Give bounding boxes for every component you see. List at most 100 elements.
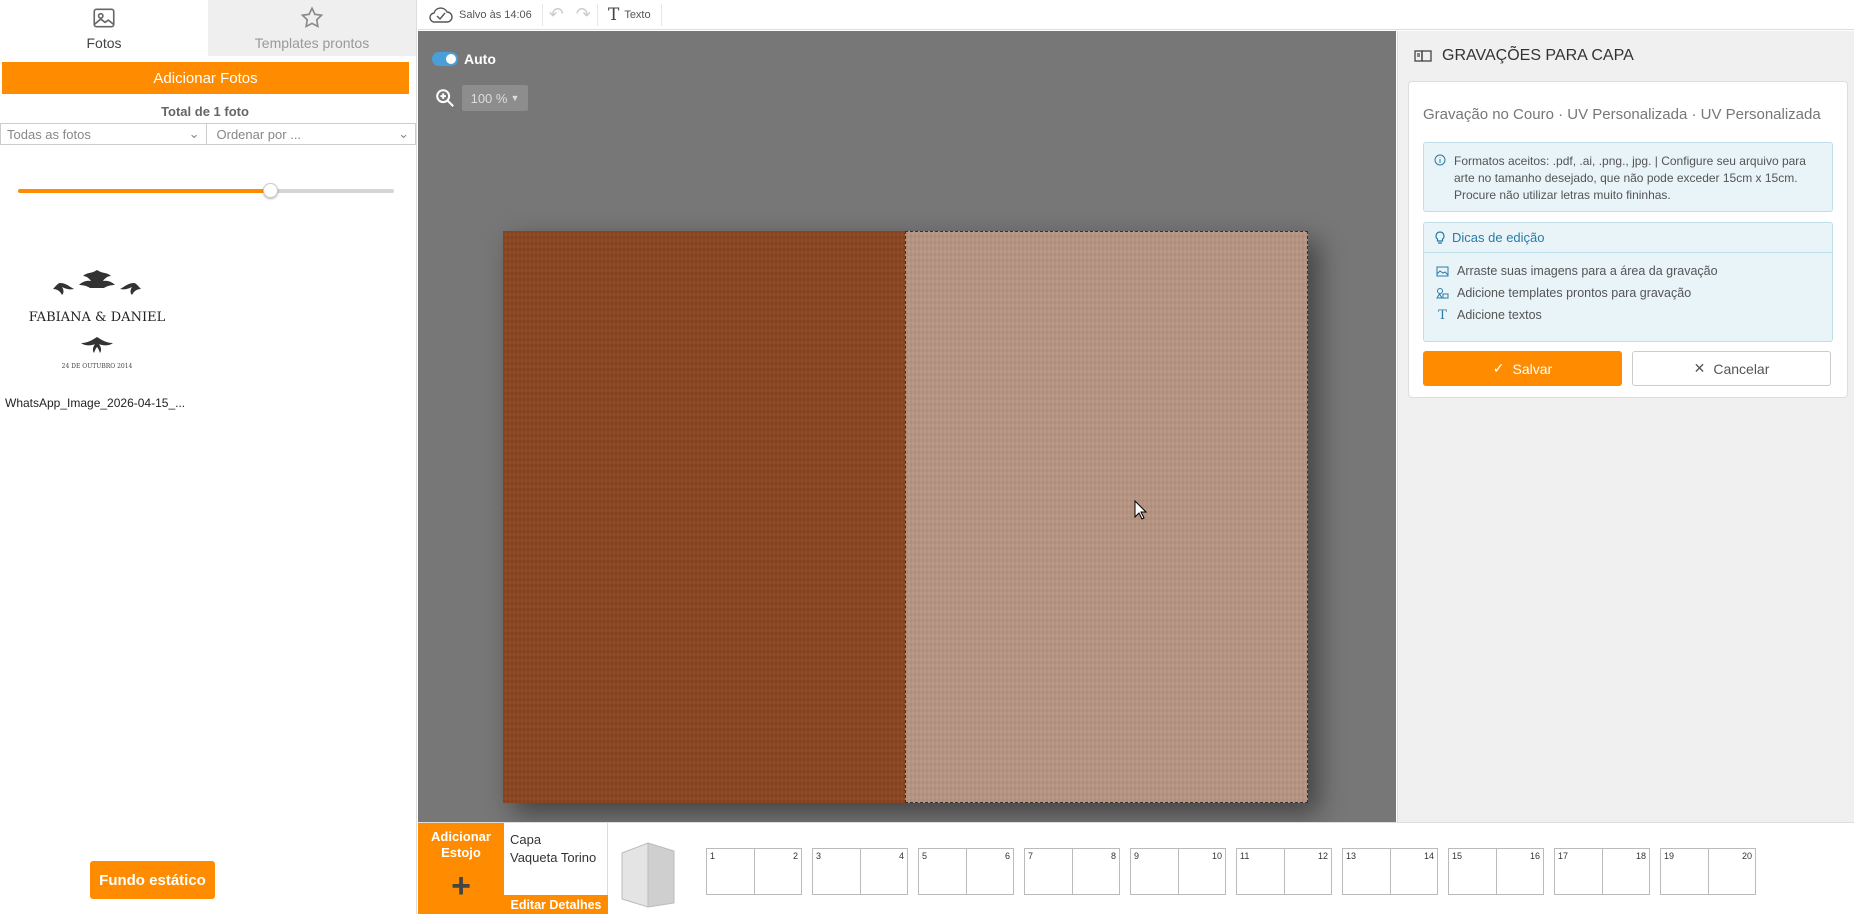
- photo-logo-text: FABIANA & DANIEL: [29, 310, 166, 325]
- zoom-in-icon[interactable]: [434, 87, 456, 109]
- save-status-label: Salvo às 14:06: [459, 8, 532, 21]
- page-thumbnail[interactable]: 20: [1708, 848, 1756, 895]
- auto-switch[interactable]: [432, 52, 458, 66]
- page-spread[interactable]: 12: [706, 848, 802, 895]
- add-case-label: Adicionar Estojo: [431, 829, 491, 860]
- cover-info-text: Capa Vaqueta Torino: [504, 823, 607, 867]
- add-text-button[interactable]: T Texto: [598, 0, 661, 30]
- slider-fill: [18, 189, 270, 193]
- slider-handle[interactable]: [262, 183, 278, 198]
- cover-info[interactable]: Capa Vaqueta Torino Editar Detalhes: [504, 823, 608, 914]
- editing-tips-header: Dicas de edição: [1424, 223, 1832, 253]
- page-thumbnail[interactable]: 4: [860, 848, 908, 895]
- total-photos-label: Total de 1 foto: [161, 104, 249, 119]
- page-spread[interactable]: 15 16: [1448, 848, 1544, 895]
- page-spread[interactable]: 19 20: [1660, 848, 1756, 895]
- page-number: 11: [1240, 851, 1250, 861]
- page-number: 12: [1317, 851, 1328, 861]
- plus-icon: +: [451, 867, 471, 905]
- engraving-type-title: Gravação no Couro · UV Personalizada · U…: [1423, 106, 1821, 123]
- redo-icon[interactable]: ↷: [570, 4, 597, 25]
- zoom-value: 100 %: [470, 90, 508, 106]
- page-number: 10: [1211, 851, 1222, 861]
- thumbnail-size-slider[interactable]: [18, 183, 394, 198]
- page-number: 14: [1423, 851, 1434, 861]
- cancel-label: Cancelar: [1713, 360, 1770, 377]
- page-thumbnail[interactable]: 17: [1554, 848, 1603, 895]
- page-number: 1: [710, 851, 716, 861]
- page-spread[interactable]: 78: [1024, 848, 1120, 895]
- tab-fotos[interactable]: Fotos: [0, 0, 208, 56]
- cover-spread: [503, 231, 1308, 803]
- tip-text: Adicione templates prontos para gravação: [1457, 286, 1692, 300]
- page-thumbnail[interactable]: 10: [1178, 848, 1226, 895]
- cover-back-leather[interactable]: [503, 231, 905, 803]
- page-thumbnail[interactable]: 14: [1390, 848, 1438, 895]
- filter-all-select[interactable]: Todas as fotos ⌄: [1, 124, 207, 144]
- editing-tips-list: Arraste suas imagens para a área da grav…: [1424, 253, 1832, 326]
- page-number: 7: [1028, 851, 1034, 861]
- page-spread[interactable]: 34: [812, 848, 908, 895]
- tip-item: T Adicione textos: [1424, 304, 1832, 326]
- page-number: 18: [1635, 851, 1646, 861]
- page-thumbnail[interactable]: 5: [918, 848, 967, 895]
- page-thumbnail[interactable]: 19: [1660, 848, 1709, 895]
- zoom-controls: 100 % ▼: [434, 85, 528, 111]
- save-button[interactable]: ✓ Salvar: [1423, 351, 1622, 386]
- page-thumbnail[interactable]: 1: [706, 848, 755, 895]
- page-spread[interactable]: 9 10: [1130, 848, 1226, 895]
- page-thumbnail[interactable]: 15: [1448, 848, 1497, 895]
- cover-material: Vaqueta Torino: [510, 850, 597, 865]
- cover-front-engraving-area[interactable]: [905, 231, 1308, 803]
- engraving-panel-header: GRAVAÇÕES PARA CAPA: [1398, 31, 1854, 81]
- zoom-select[interactable]: 100 % ▼: [462, 85, 528, 111]
- image-icon: [93, 8, 115, 28]
- add-case-button[interactable]: Adicionar Estojo +: [418, 823, 504, 914]
- page-spread[interactable]: 56: [918, 848, 1014, 895]
- page-number: 13: [1346, 851, 1357, 861]
- static-background-button[interactable]: Fundo estático: [90, 861, 215, 899]
- page-thumbnail[interactable]: 18: [1602, 848, 1650, 895]
- tip-text: Arraste suas imagens para a área da grav…: [1457, 264, 1718, 278]
- page-thumbnail[interactable]: 2: [754, 848, 802, 895]
- page-number: 17: [1558, 851, 1569, 861]
- cover-thumbnail[interactable]: [618, 839, 678, 911]
- page-number: 3: [816, 851, 822, 861]
- page-thumbnail[interactable]: 13: [1342, 848, 1391, 895]
- close-icon: ✕: [1693, 360, 1706, 376]
- page-number: 19: [1664, 851, 1675, 861]
- photo-thumbnail[interactable]: FABIANA & DANIEL 24 DE OUTUBRO 2014: [20, 265, 175, 375]
- page-thumbnail[interactable]: 7: [1024, 848, 1073, 895]
- page-number: 9: [1134, 851, 1140, 861]
- page-thumbnail[interactable]: 9: [1130, 848, 1179, 895]
- sidebar-tabs: Fotos Templates prontos: [0, 0, 416, 56]
- page-thumbnail[interactable]: 12: [1284, 848, 1332, 895]
- page-number: 20: [1741, 851, 1752, 861]
- order-select[interactable]: Ordenar por ... ⌄: [207, 124, 416, 144]
- editor-canvas[interactable]: Auto 100 % ▼: [418, 31, 1396, 822]
- text-icon: T: [607, 4, 620, 25]
- info-icon: [1434, 154, 1446, 166]
- page-thumbnail[interactable]: 11: [1236, 848, 1285, 895]
- add-photos-button[interactable]: Adicionar Fotos: [2, 62, 409, 94]
- auto-label: Auto: [464, 51, 496, 67]
- page-number: 6: [1004, 851, 1010, 861]
- page-spread[interactable]: 13 14: [1342, 848, 1438, 895]
- tab-templates[interactable]: Templates prontos: [208, 0, 416, 56]
- page-number: 8: [1110, 851, 1116, 861]
- page-spread[interactable]: 11 12: [1236, 848, 1332, 895]
- undo-icon[interactable]: ↶: [543, 4, 570, 25]
- page-thumbnail[interactable]: 16: [1496, 848, 1544, 895]
- tab-fotos-label: Fotos: [86, 35, 122, 51]
- page-thumbnail[interactable]: 6: [966, 848, 1014, 895]
- page-thumbnail[interactable]: 8: [1072, 848, 1120, 895]
- page-thumbnail[interactable]: 3: [812, 848, 861, 895]
- page-spread[interactable]: 17 18: [1554, 848, 1650, 895]
- page-number: 5: [922, 851, 928, 861]
- chevron-down-icon: ⌄: [398, 126, 409, 141]
- edit-details-button[interactable]: Editar Detalhes: [504, 895, 608, 914]
- templates-icon: [1436, 288, 1449, 299]
- auto-toggle[interactable]: Auto: [432, 51, 496, 67]
- filter-all-label: Todas as fotos: [7, 126, 91, 142]
- cancel-button[interactable]: ✕ Cancelar: [1632, 351, 1831, 386]
